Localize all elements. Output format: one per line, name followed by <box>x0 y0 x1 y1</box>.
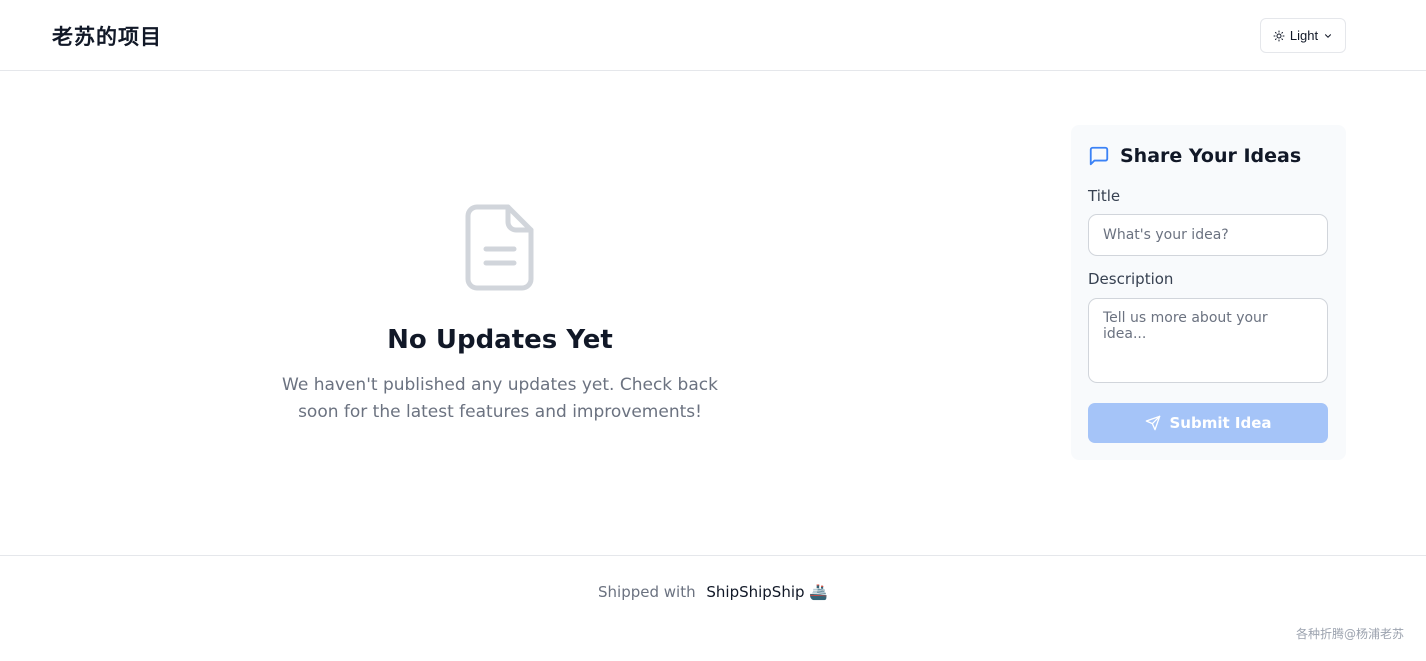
idea-description-textarea[interactable] <box>1088 298 1328 383</box>
message-square-icon <box>1089 146 1109 166</box>
chevron-down-icon <box>1325 33 1332 38</box>
idea-title-input[interactable] <box>1088 214 1328 256</box>
share-ideas-card: Share Your Ideas Title Description Submi… <box>1071 125 1346 460</box>
submit-idea-label: Submit Idea <box>1169 414 1272 432</box>
brand-name: ShipShipShip <box>706 583 805 601</box>
footer-credit: Shipped with ShipShipShip 🚢 <box>0 583 1426 601</box>
sun-icon <box>1273 30 1285 41</box>
theme-toggle-button[interactable]: Light <box>1260 18 1346 53</box>
watermark-text: 各种折腾@杨浦老苏 <box>1295 627 1404 641</box>
site-title[interactable]: 老苏的项目 <box>52 21 162 51</box>
description-label: Description <box>1088 270 1174 288</box>
share-ideas-title: Share Your Ideas <box>1120 145 1302 167</box>
empty-state-title: No Updates Yet <box>387 325 613 355</box>
footer-shipped-with: Shipped with <box>598 583 696 601</box>
site-footer: Shipped with ShipShipShip 🚢 各种折腾@杨浦老苏 <box>0 555 1426 661</box>
theme-toggle-label: Light <box>1289 28 1319 43</box>
empty-state: No Updates Yet We haven't published any … <box>280 200 720 426</box>
ship-emoji-icon: 🚢 <box>809 583 828 601</box>
site-header: 老苏的项目 Light <box>0 0 1426 71</box>
submit-idea-button[interactable]: Submit Idea <box>1088 403 1328 443</box>
share-ideas-header: Share Your Ideas <box>1088 145 1301 167</box>
empty-state-message: We haven't published any updates yet. Ch… <box>282 375 718 422</box>
document-icon <box>465 204 534 291</box>
title-label: Title <box>1088 187 1121 205</box>
shipshipship-link[interactable]: ShipShipShip 🚢 <box>706 583 828 601</box>
send-icon <box>1145 415 1160 431</box>
